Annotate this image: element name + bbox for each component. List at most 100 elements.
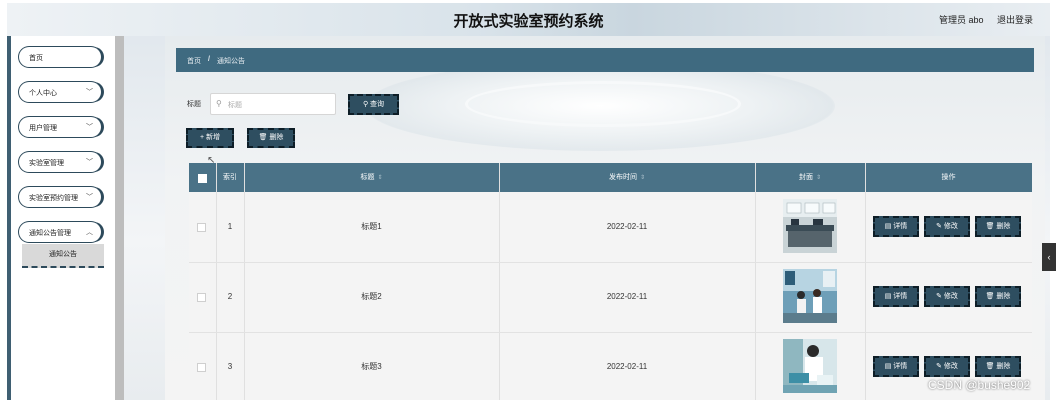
background-decoration-ring bbox=[465, 81, 741, 127]
pencil-icon: ✎ bbox=[936, 223, 944, 230]
row-publish-time: 2022-02-11 bbox=[606, 362, 648, 371]
chevron-down-icon: ﹀ bbox=[86, 124, 93, 131]
search-icon: ⚲ bbox=[362, 101, 371, 108]
batch-delete-button[interactable]: 🗑 删除 bbox=[247, 128, 295, 148]
cover-image-lab-people bbox=[783, 269, 837, 323]
sidebar-item-notice-management[interactable]: 通知公告管理 ︿ bbox=[19, 222, 101, 242]
edit-button[interactable]: ✎ 修改 bbox=[924, 286, 970, 307]
sort-icon: ⇕ bbox=[815, 175, 822, 181]
chevron-down-icon: ﹀ bbox=[86, 194, 93, 201]
trash-icon: 🗑 bbox=[985, 223, 997, 230]
edit-button-label: 修改 bbox=[943, 363, 958, 370]
sidebar-item-label: 通知公告管理 bbox=[29, 230, 71, 237]
select-all-checkbox[interactable] bbox=[198, 174, 207, 183]
chevron-left-icon: ‹ bbox=[1047, 252, 1051, 262]
column-header-publish-time[interactable]: 发布时间 ⇕ bbox=[499, 163, 755, 192]
detail-button[interactable]: ▤ 详情 bbox=[873, 286, 919, 307]
detail-button[interactable]: ▤ 详情 bbox=[873, 216, 919, 237]
trash-icon: 🗑 bbox=[985, 363, 997, 370]
document-icon: ▤ bbox=[884, 363, 894, 370]
delete-button-label: 删除 bbox=[996, 293, 1011, 300]
document-icon: ▤ bbox=[884, 223, 894, 230]
column-header-title-label: 标题 bbox=[360, 174, 375, 181]
delete-button-label: 删除 bbox=[269, 134, 284, 141]
chevron-up-icon: ︿ bbox=[86, 229, 93, 236]
row-title: 标题2 bbox=[361, 292, 382, 301]
watermark: CSDN @bushe902 bbox=[928, 378, 1031, 392]
detail-button-label: 详情 bbox=[893, 363, 908, 370]
detail-button-label: 详情 bbox=[893, 293, 908, 300]
sidebar-item-label: 首页 bbox=[29, 55, 43, 62]
sidebar-scroll-track bbox=[115, 36, 124, 400]
document-icon: ▤ bbox=[884, 293, 894, 300]
search-button-label: 查询 bbox=[370, 101, 385, 108]
sidebar: 首页 个人中心 ﹀ 用户管理 ﹀ 实验室管理 ﹀ 实验室预约管理 ﹀ 通知公告管… bbox=[11, 36, 124, 400]
row-checkbox[interactable] bbox=[197, 223, 206, 232]
row-checkbox[interactable] bbox=[197, 363, 206, 372]
pencil-icon: ✎ bbox=[936, 293, 944, 300]
detail-button[interactable]: ▤ 详情 bbox=[873, 356, 919, 377]
title-search-input[interactable]: ⚲ 标题 bbox=[210, 93, 336, 115]
cover-image-researcher bbox=[783, 339, 837, 393]
breadcrumb: 首页 / 通知公告 bbox=[176, 48, 1034, 72]
edit-button-label: 修改 bbox=[943, 223, 958, 230]
add-button[interactable]: + 新增 bbox=[186, 128, 234, 148]
sidebar-item-user-management[interactable]: 用户管理 ﹀ bbox=[19, 117, 101, 137]
collapse-panel-toggle[interactable]: ‹ bbox=[1042, 243, 1056, 271]
trash-icon: 🗑 bbox=[258, 134, 270, 141]
row-publish-time: 2022-02-11 bbox=[606, 292, 648, 301]
row-checkbox[interactable] bbox=[197, 293, 206, 302]
trash-icon: 🗑 bbox=[985, 293, 997, 300]
sidebar-item-lab-management[interactable]: 实验室管理 ﹀ bbox=[19, 152, 101, 172]
table-row: 2 标题2 2022-02-11 ▤ 详情 ✎ 修改 🗑 删除 bbox=[189, 262, 1032, 333]
delete-button-label: 删除 bbox=[996, 223, 1011, 230]
sidebar-item-label: 实验室预约管理 bbox=[29, 195, 78, 202]
row-title: 标题1 bbox=[361, 222, 382, 231]
row-publish-time: 2022-02-11 bbox=[606, 222, 648, 231]
sidebar-item-personal-center[interactable]: 个人中心 ﹀ bbox=[19, 82, 101, 102]
breadcrumb-home[interactable]: 首页 bbox=[187, 56, 201, 66]
delete-button[interactable]: 🗑 删除 bbox=[975, 286, 1021, 307]
sidebar-item-label: 用户管理 bbox=[29, 125, 57, 132]
pencil-icon: ✎ bbox=[936, 363, 944, 370]
notice-table: 索引 标题⇕ 发布时间⇕ 封面⇕ 操作 1 标题1 2022-02-11 bbox=[189, 163, 1032, 400]
admin-label: 管理员 abo bbox=[939, 15, 984, 25]
detail-button-label: 详情 bbox=[893, 223, 908, 230]
row-index: 1 bbox=[227, 222, 233, 231]
chevron-down-icon: ﹀ bbox=[86, 159, 93, 166]
column-header-cover-label: 封面 bbox=[798, 174, 813, 181]
table-row: 1 标题1 2022-02-11 ▤ 详情 ✎ 修改 🗑 删除 bbox=[189, 192, 1032, 263]
search-placeholder: 标题 bbox=[228, 102, 242, 109]
sidebar-subitem-notice[interactable]: 通知公告 bbox=[22, 244, 104, 268]
column-header-index: 索引 bbox=[223, 174, 237, 181]
edit-button[interactable]: ✎ 修改 bbox=[924, 216, 970, 237]
sort-icon: ⇕ bbox=[377, 175, 383, 181]
edit-button-label: 修改 bbox=[943, 293, 958, 300]
search-button[interactable]: ⚲ 查询 bbox=[348, 94, 399, 115]
sidebar-item-label: 个人中心 bbox=[29, 90, 57, 97]
delete-button[interactable]: 🗑 删除 bbox=[975, 356, 1021, 377]
column-header-publish-time-label: 发布时间 bbox=[608, 174, 637, 181]
sort-icon: ⇕ bbox=[639, 175, 646, 181]
table-header: 索引 标题 ⇕ 发布时间 ⇕ 封面 ⇕ 操作 bbox=[189, 163, 1032, 192]
sidebar-item-label: 实验室管理 bbox=[29, 160, 64, 167]
edit-button[interactable]: ✎ 修改 bbox=[924, 356, 970, 377]
breadcrumb-current: 通知公告 bbox=[217, 58, 245, 65]
table-row: 3 标题3 2022-02-11 ▤ 详情 ✎ 修改 🗑 删除 bbox=[189, 332, 1032, 400]
app-window: 开放式实验室预约系统 管理员 abo 退出登录 首页 个人中心 ﹀ 用户管理 ﹀… bbox=[7, 3, 1050, 400]
search-icon: ⚲ bbox=[216, 99, 222, 108]
title-filter-label: 标题 bbox=[187, 101, 201, 108]
logout-link[interactable]: 退出登录 bbox=[997, 13, 1033, 26]
delete-button[interactable]: 🗑 删除 bbox=[975, 216, 1021, 237]
main-content: 首页 / 通知公告 标题 ⚲ 标题 ⚲ 查询 + 新增 🗑 删除 ↖ 索引 标题… bbox=[165, 36, 1045, 400]
top-header: 开放式实验室预约系统 管理员 abo 退出登录 bbox=[7, 3, 1050, 36]
column-header-title[interactable]: 标题 ⇕ bbox=[244, 163, 499, 192]
delete-button-label: 删除 bbox=[996, 363, 1011, 370]
sidebar-item-home[interactable]: 首页 bbox=[19, 47, 101, 67]
column-header-cover[interactable]: 封面 ⇕ bbox=[755, 163, 865, 192]
sidebar-item-lab-reservation[interactable]: 实验室预约管理 ﹀ bbox=[19, 187, 101, 207]
app-title: 开放式实验室预约系统 bbox=[453, 13, 604, 30]
breadcrumb-separator: / bbox=[208, 56, 210, 63]
column-header-operations: 操作 bbox=[941, 174, 956, 181]
row-title: 标题3 bbox=[361, 362, 382, 371]
